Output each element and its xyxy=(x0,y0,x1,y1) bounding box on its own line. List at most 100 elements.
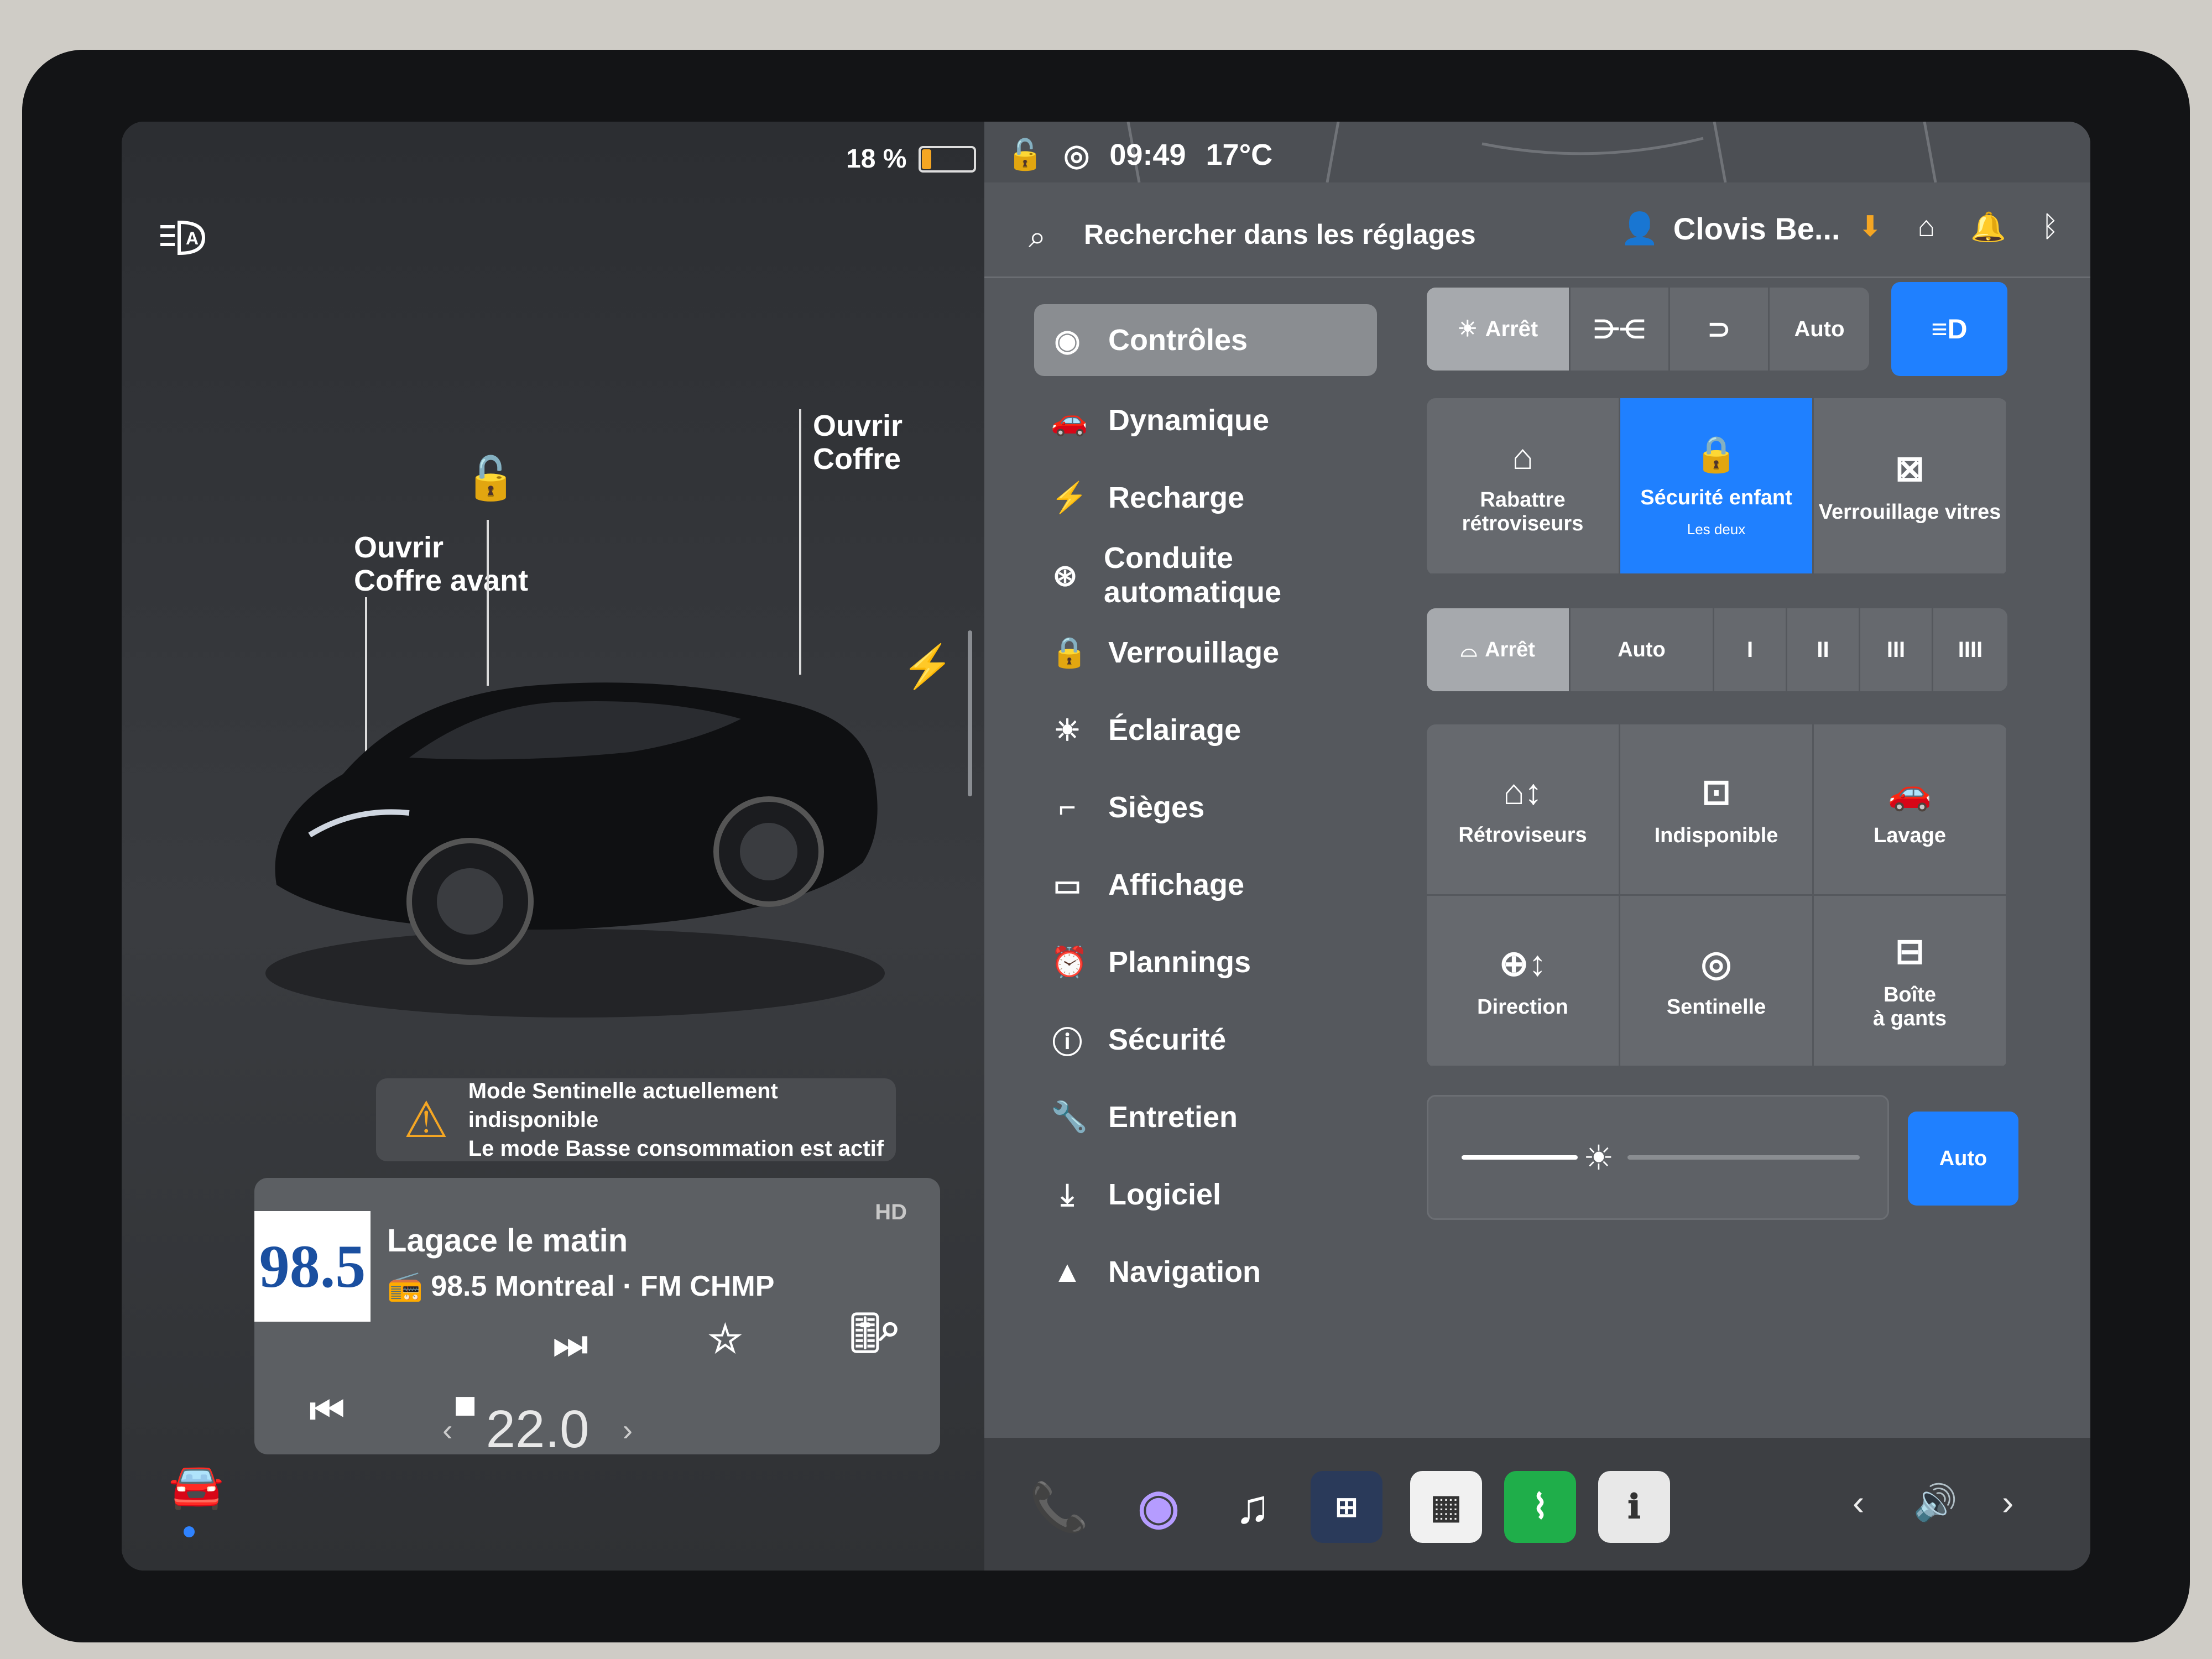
info-circle-icon: ⓘ xyxy=(1052,1026,1082,1060)
mirrors-adjust-button[interactable]: ⌂↕ Rétroviseurs xyxy=(1427,724,1620,896)
sidebar-item-label: Conduite automatique xyxy=(1104,541,1282,609)
brightness-slider-track xyxy=(1627,1155,1860,1160)
outside-temperature: 17°C xyxy=(1206,138,1273,171)
manual-icon[interactable]: ℹ xyxy=(1598,1471,1670,1543)
touchscreen: 18 % A Ouvrir Coffre avant 🔓 Ouvrir Coff… xyxy=(122,122,2090,1571)
bell-icon[interactable]: 🔔 xyxy=(1970,210,2006,244)
favorite-star-icon[interactable]: ☆ xyxy=(708,1316,743,1361)
calendar-icon[interactable]: ▦ xyxy=(1410,1471,1482,1543)
phone-icon[interactable]: 📞 xyxy=(1023,1471,1095,1543)
scrollbar[interactable] xyxy=(968,630,972,796)
sentinel-line-1: Mode Sentinelle actuellement indisponibl… xyxy=(468,1079,778,1132)
wiper-speed-2[interactable]: II xyxy=(1787,608,1860,691)
car-panel: 18 % A Ouvrir Coffre avant 🔓 Ouvrir Coff… xyxy=(122,122,984,1571)
wipers-off-button[interactable]: ⌓ Arrêt xyxy=(1427,608,1571,691)
sidebar-item-6[interactable]: ☀ Éclairage xyxy=(1034,691,1377,769)
vehicle-controls-grid: ⌂↕ Rétroviseurs ⊡ Indisponible 🚗 Lavage ⊕↕ D… xyxy=(1427,724,2007,1067)
search-icon[interactable]: ⌕ xyxy=(1029,218,1046,255)
mirrors-label: Rétroviseurs xyxy=(1458,823,1587,847)
window-lock-button[interactable]: ⊠ Verrouillage vitres xyxy=(1814,398,2007,575)
wiper-speed-3[interactable]: III xyxy=(1860,608,1933,691)
bluetooth-icon[interactable]: ᛒ xyxy=(2042,210,2059,244)
temp-down-icon[interactable]: ‹ xyxy=(442,1412,453,1448)
sidebar-item-11[interactable]: 🔧 Entretien xyxy=(1034,1078,1377,1156)
sidebar-item-13[interactable]: ▲ Navigation xyxy=(1034,1233,1377,1311)
battery-icon xyxy=(919,145,977,173)
sidebar-item-8[interactable]: ▭ Affichage xyxy=(1034,846,1377,924)
sidebar-item-7[interactable]: ⌐ Sièges xyxy=(1034,769,1377,846)
battery-percent: 18 % xyxy=(846,144,907,174)
settings-search-input[interactable]: Rechercher dans les réglages xyxy=(1084,218,1476,251)
open-trunk-label[interactable]: Ouvrir Coffre xyxy=(813,409,902,476)
energy-icon[interactable]: ⌇ xyxy=(1504,1471,1576,1543)
cabin-temperature[interactable]: 22.0 xyxy=(486,1399,589,1460)
sidebar-item-9[interactable]: ⏰ Plannings xyxy=(1034,924,1377,1001)
wipers-off-label: Arrêt xyxy=(1485,638,1535,661)
music-icon[interactable]: ♫ xyxy=(1217,1471,1288,1543)
steering-adjust-button[interactable]: ⊕↕ Direction xyxy=(1427,896,1620,1067)
app-launcher-icon[interactable]: ⊞ xyxy=(1311,1471,1383,1543)
mirror-icon: ⌂ xyxy=(1512,436,1533,477)
map-strip[interactable]: 🔓 ◎ 09:49 17°C xyxy=(984,122,2090,182)
settings-panel: 🔓 ◎ 09:49 17°C ⌕ Rechercher dans les rég… xyxy=(984,122,2090,1438)
download-icon[interactable]: ⬇ xyxy=(1858,210,1882,244)
battery-status: 18 % xyxy=(846,144,977,174)
fold-mirrors-button[interactable]: ⌂ Rabattre rétroviseurs xyxy=(1427,398,1620,575)
battery-fill xyxy=(922,149,932,169)
car-icon[interactable]: 🚘 xyxy=(160,1460,232,1515)
child-lock-button[interactable]: 🔒 Sécurité enfant Les deux xyxy=(1620,398,1814,575)
car-wash-button[interactable]: 🚗 Lavage xyxy=(1814,724,2007,896)
sentinel-line-2: Le mode Basse consommation est actif xyxy=(468,1136,884,1161)
bolt-icon[interactable]: ⚡ xyxy=(901,641,954,691)
sentinel-button[interactable]: ◎ Sentinelle xyxy=(1620,896,1814,1067)
sidebar-item-label: Plannings xyxy=(1108,946,1251,979)
camera-icon[interactable]: ◉ xyxy=(1123,1471,1194,1543)
brightness-slider[interactable]: ☀ xyxy=(1427,1095,1889,1220)
sun-icon: ☀ xyxy=(1457,317,1478,341)
volume-up-icon[interactable]: › xyxy=(2002,1482,2013,1523)
sidebar-item-1[interactable]: ◉ Contrôles xyxy=(1034,304,1377,376)
station-name-text: 98.5 Montreal · FM CHMP xyxy=(431,1270,775,1302)
padlock-icon[interactable]: 🔓 xyxy=(1006,138,1044,173)
driver-profile[interactable]: 👤 Clovis Be... xyxy=(1620,210,1840,247)
low-beam-icon[interactable]: ⊃ xyxy=(1670,288,1770,371)
sidebar-item-3[interactable]: ⚡ Recharge xyxy=(1034,459,1377,536)
search-icon[interactable]: ⌕ xyxy=(879,1305,901,1350)
auto-high-beam-button[interactable]: ≡D xyxy=(1891,282,2007,376)
sidebar-item-12[interactable]: ⤓ Logiciel xyxy=(1034,1156,1377,1233)
dashcam-icon: ⊡ xyxy=(1701,771,1731,812)
wiper-speed-4[interactable]: IIII xyxy=(1933,608,2007,691)
brightness-auto-button[interactable]: Auto xyxy=(1908,1112,2018,1206)
temp-up-icon[interactable]: › xyxy=(623,1412,633,1448)
sidebar-item-2[interactable]: 🚗 Dynamique xyxy=(1034,382,1377,459)
unlock-icon[interactable]: 🔓 xyxy=(465,453,517,503)
dashcam-button[interactable]: ⊡ Indisponible xyxy=(1620,724,1814,896)
glovebox-label: Boîte à gants xyxy=(1872,983,1947,1030)
headlights-off-button[interactable]: ☀ Arrêt xyxy=(1427,288,1571,371)
track-title: Lagace le matin xyxy=(387,1223,628,1259)
next-track-icon[interactable]: ⏭ xyxy=(553,1322,588,1367)
sidebar-item-10[interactable]: ⓘ Sécurité xyxy=(1034,1001,1377,1078)
brightness-sun-icon: ☀ xyxy=(1583,1139,1614,1177)
car-wash-label: Lavage xyxy=(1874,823,1946,847)
parking-lights-icon[interactable]: ⋺⋲ xyxy=(1571,288,1670,371)
sidebar-item-4[interactable]: ⊛ Conduite automatique xyxy=(1034,536,1377,614)
seat-icon: ⌐ xyxy=(1058,791,1076,824)
dashcam-label: Indisponible xyxy=(1654,823,1778,847)
volume-down-icon[interactable]: ‹ xyxy=(1853,1482,1864,1523)
window-lock-icon: ⊠ xyxy=(1895,448,1925,488)
headlights-auto-button[interactable]: Auto xyxy=(1770,288,1869,371)
headlights-off-label: Arrêt xyxy=(1485,316,1538,341)
wrench-icon: 🔧 xyxy=(1051,1100,1088,1134)
sidebar-item-5[interactable]: 🔒 Verrouillage xyxy=(1034,614,1377,691)
wipers-auto-button[interactable]: Auto xyxy=(1571,608,1714,691)
car-wash-icon: 🚗 xyxy=(1887,771,1932,812)
glovebox-button[interactable]: ⊟ Boîte à gants xyxy=(1814,896,2007,1067)
sidebar-item-label: Contrôles xyxy=(1108,324,1248,357)
home-icon[interactable]: ⌂ xyxy=(1918,210,1935,244)
sidebar-item-label: Logiciel xyxy=(1108,1178,1222,1211)
previous-track-icon[interactable]: ⏮ xyxy=(310,1388,345,1433)
wiper-speed-1[interactable]: I xyxy=(1714,608,1787,691)
volume-icon[interactable]: 🔊 xyxy=(1913,1482,1958,1524)
auto-headlight-icon[interactable]: A xyxy=(155,216,216,260)
